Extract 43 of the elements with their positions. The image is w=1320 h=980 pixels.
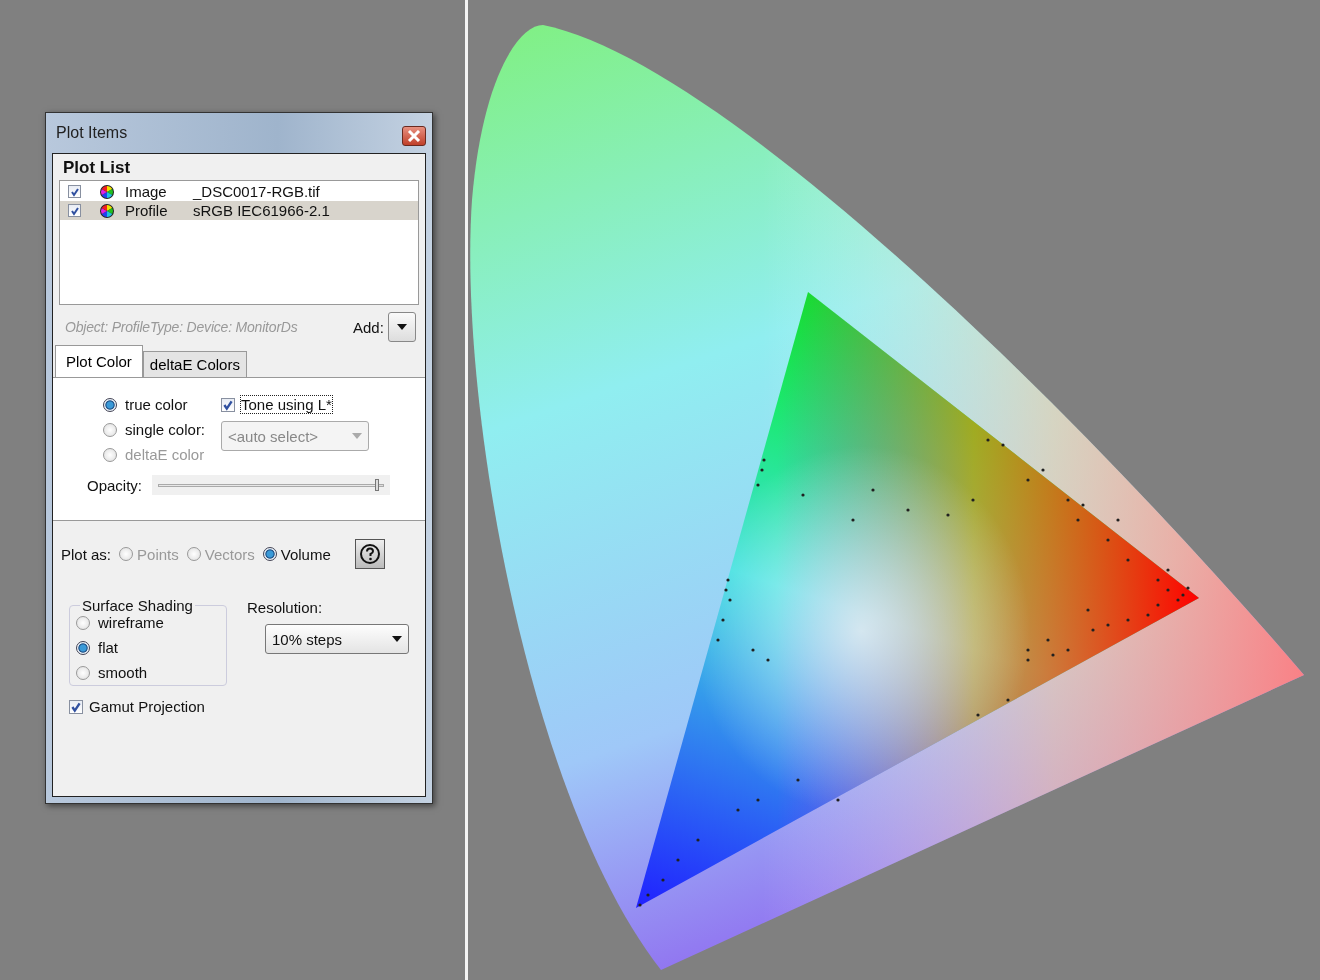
plot-list-row[interactable]: Image _DSC0017-RGB.tif <box>60 182 418 201</box>
tab[interactable]: Plot Color <box>55 345 143 377</box>
caret-icon <box>352 433 362 439</box>
opacity-label: Opacity: <box>87 476 143 494</box>
radio-option[interactable]: wireframe <box>76 614 200 631</box>
item-type: Profile <box>125 202 169 219</box>
caret-icon <box>392 636 402 642</box>
item-name: _DSC0017-RGB.tif <box>193 183 320 200</box>
check-icon <box>69 205 80 216</box>
radio-option[interactable]: Volume <box>262 545 331 563</box>
plot-list-title: Plot List <box>62 157 132 179</box>
opacity-slider[interactable] <box>152 475 391 495</box>
plot-list-row[interactable]: Profile sRGB IEC61966-2.1 <box>60 201 418 220</box>
close-icon <box>407 130 421 142</box>
item-name: sRGB IEC61966-2.1 <box>193 202 330 219</box>
plot-as-label: Plot as: <box>61 545 112 563</box>
window-title: Plot Items <box>55 124 128 142</box>
object-info-text: Object: ProfileType: Device: MonitorDs <box>65 319 299 335</box>
caret-icon <box>396 324 407 330</box>
slider-thumb[interactable] <box>374 478 379 491</box>
radio-option[interactable]: single color: <box>103 421 221 438</box>
resolution-label: Resolution: <box>247 599 324 616</box>
add-label: Add: <box>353 318 384 336</box>
check-icon <box>222 398 234 411</box>
close-button[interactable] <box>402 126 426 146</box>
color-wheel-icon <box>99 202 115 219</box>
tone-checkbox[interactable]: Tone using L* <box>221 396 369 413</box>
check-icon <box>70 700 82 713</box>
group-title: Surface Shading <box>81 597 194 614</box>
radio-option[interactable]: true color <box>103 396 221 413</box>
help-button[interactable] <box>354 539 385 569</box>
add-dropdown-button[interactable] <box>387 312 416 342</box>
item-type: Image <box>125 183 168 200</box>
gamut-projection-checkbox[interactable]: Gamut Projection <box>53 686 425 715</box>
radio-option[interactable]: smooth <box>76 664 200 681</box>
checkbox[interactable] <box>68 204 81 217</box>
checkbox[interactable] <box>68 185 81 198</box>
resolution-select[interactable]: 10% steps <box>265 624 409 654</box>
check-icon <box>69 186 80 197</box>
radio-option[interactable]: flat <box>76 639 200 656</box>
color-wheel-icon <box>99 183 115 200</box>
help-icon <box>358 543 381 565</box>
tab[interactable]: deltaE Colors <box>142 351 247 377</box>
